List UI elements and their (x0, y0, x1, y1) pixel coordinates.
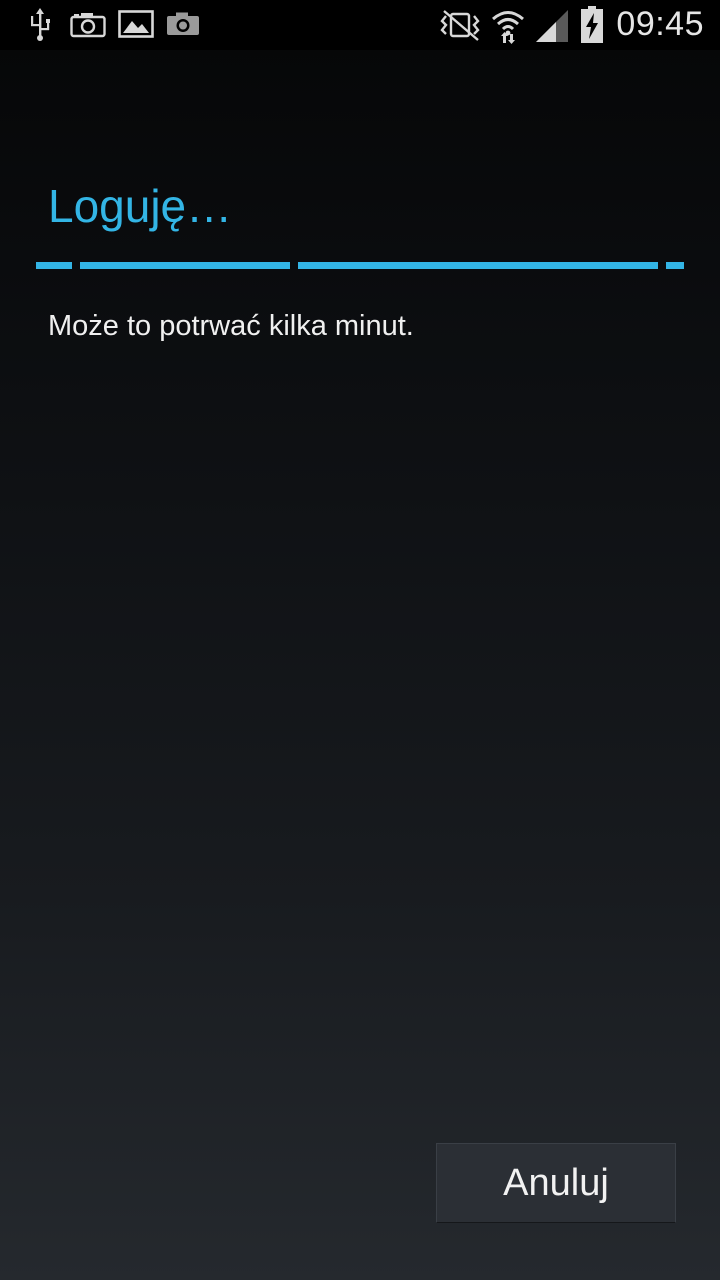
usb-icon (31, 8, 50, 41)
image-icon (118, 10, 154, 38)
camera-icon (70, 13, 106, 38)
progress-segment (666, 262, 684, 269)
camera-icon (167, 12, 199, 35)
progress-segment (298, 262, 658, 269)
battery-charging-icon (581, 6, 603, 43)
signal-icon (536, 10, 568, 42)
progress-segment (36, 262, 72, 269)
status-bar: 09:45 (0, 0, 720, 50)
cancel-button-label: Anuluj (503, 1161, 609, 1204)
status-clock: 09:45 (616, 5, 704, 43)
vibrate-silent-icon (440, 10, 480, 41)
dialog-title: Loguję… (48, 180, 233, 232)
dialog-message: Może to potrwać kilka minut. (48, 310, 414, 342)
progress-segment (80, 262, 290, 269)
wifi-icon (492, 11, 524, 44)
login-progress-screen: 09:45 Loguję… Może to potrwać kilka minu… (0, 0, 720, 1280)
indeterminate-progress-bar (36, 262, 684, 269)
cancel-button[interactable]: Anuluj (436, 1143, 676, 1223)
